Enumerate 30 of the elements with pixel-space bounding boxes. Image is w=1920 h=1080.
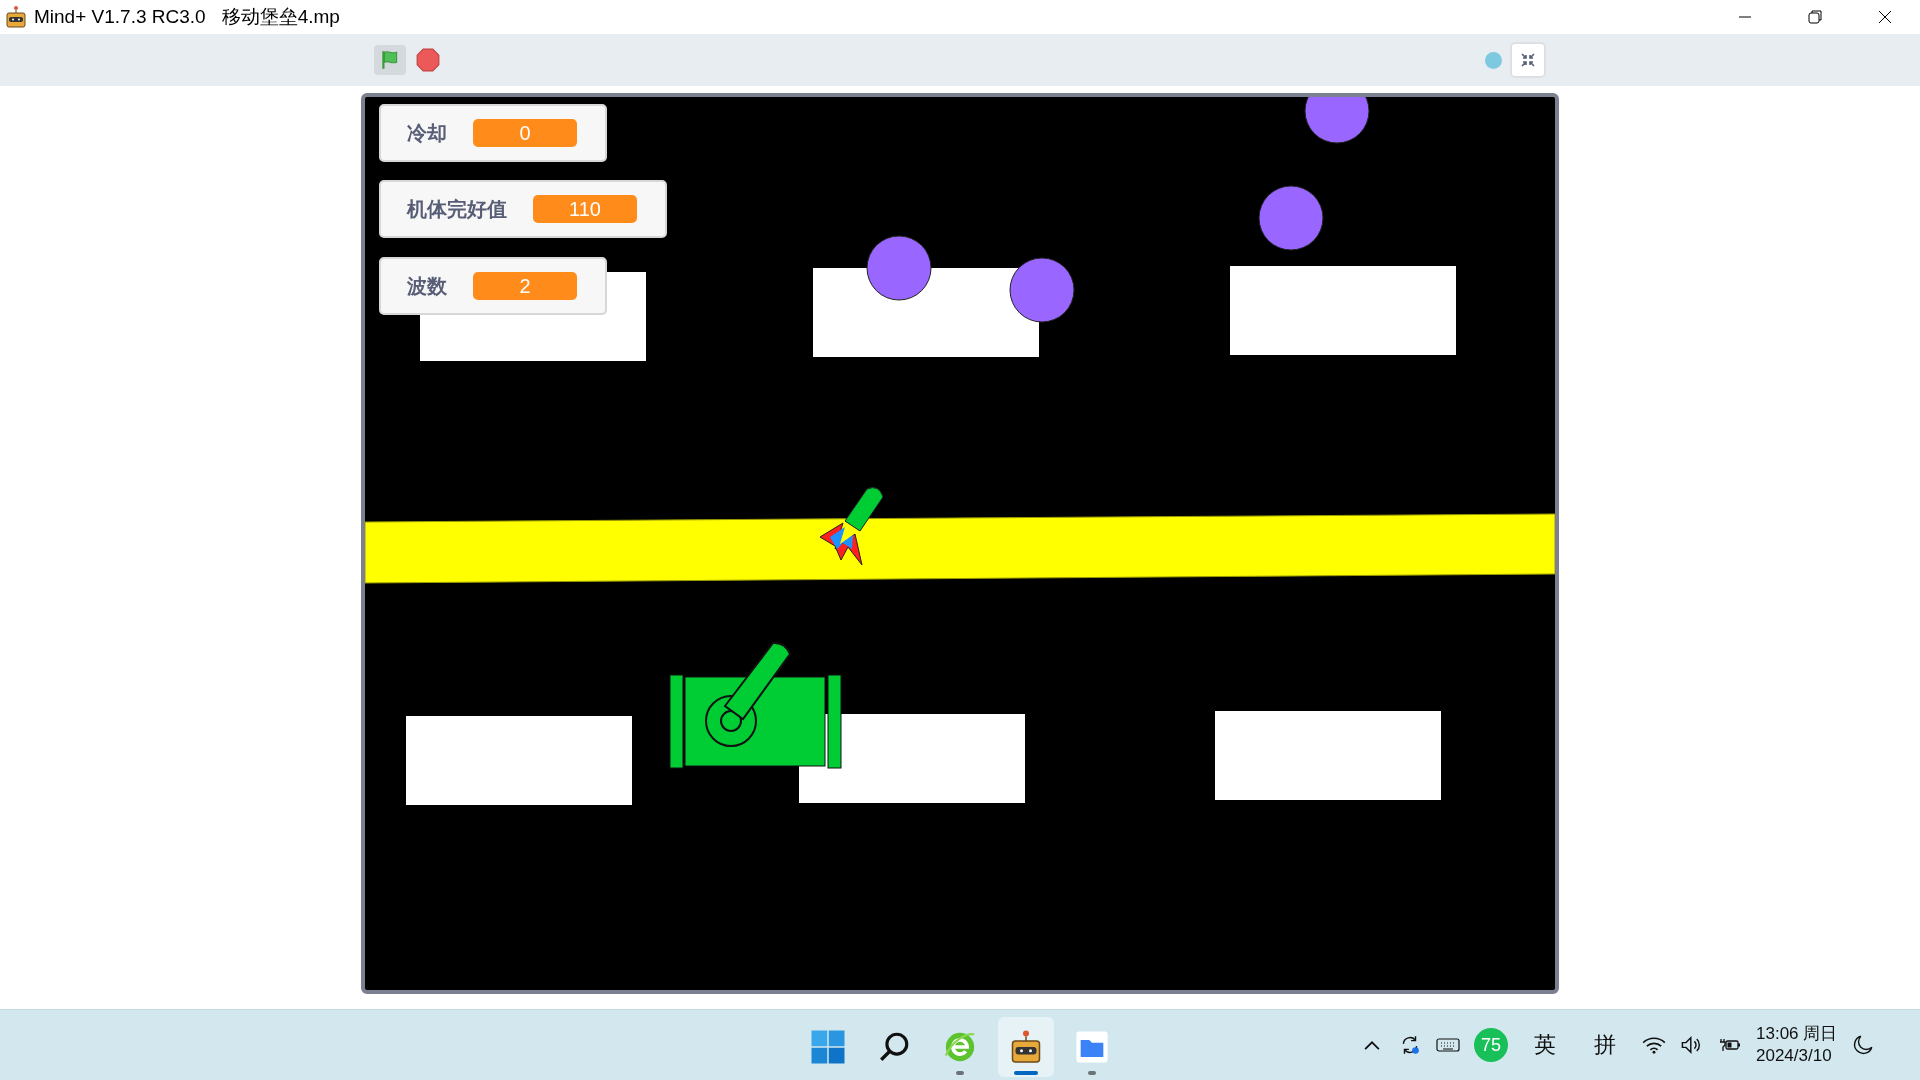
ime-mode[interactable]: 拼 (1582, 1030, 1628, 1060)
monitor-label: 冷却 (407, 120, 447, 146)
run-flag-button[interactable] (374, 45, 406, 75)
wifi-icon[interactable] (1642, 1034, 1666, 1056)
window-title: Mind+ V1.7.3 RC3.0 (34, 6, 206, 28)
close-icon (1877, 9, 1893, 25)
clock-date[interactable]: 2024/3/10 (1756, 1045, 1838, 1067)
monitor-label: 机体完好值 (407, 196, 507, 222)
windows-logo-icon (810, 1029, 846, 1065)
monitor-value: 110 (533, 195, 637, 223)
stop-button[interactable] (416, 48, 440, 72)
enemy-ball (1258, 185, 1324, 251)
robot-app-icon (4, 5, 28, 29)
browser-icon (943, 1030, 977, 1064)
monitor-value: 2 (473, 272, 577, 300)
enemy-ball (1009, 257, 1075, 323)
search-icon (877, 1030, 911, 1064)
file-name: 移动堡垒4.mp (221, 5, 340, 29)
monitor-label: 波数 (407, 273, 447, 299)
restore-icon (1807, 9, 1823, 25)
minimize-icon (1737, 16, 1753, 18)
status-dot-icon (1485, 51, 1502, 69)
ime-language[interactable]: 英 (1522, 1030, 1568, 1060)
enemy-ball (866, 235, 932, 301)
robot-taskbar-button[interactable] (998, 1017, 1054, 1077)
folder-icon (1075, 1030, 1109, 1064)
clock-time[interactable]: 13:06 周日 (1756, 1023, 1838, 1045)
exit-fullscreen-button[interactable] (1510, 42, 1546, 78)
monitor-value: 0 (473, 119, 577, 147)
shrink-arrows-icon (1520, 52, 1536, 68)
